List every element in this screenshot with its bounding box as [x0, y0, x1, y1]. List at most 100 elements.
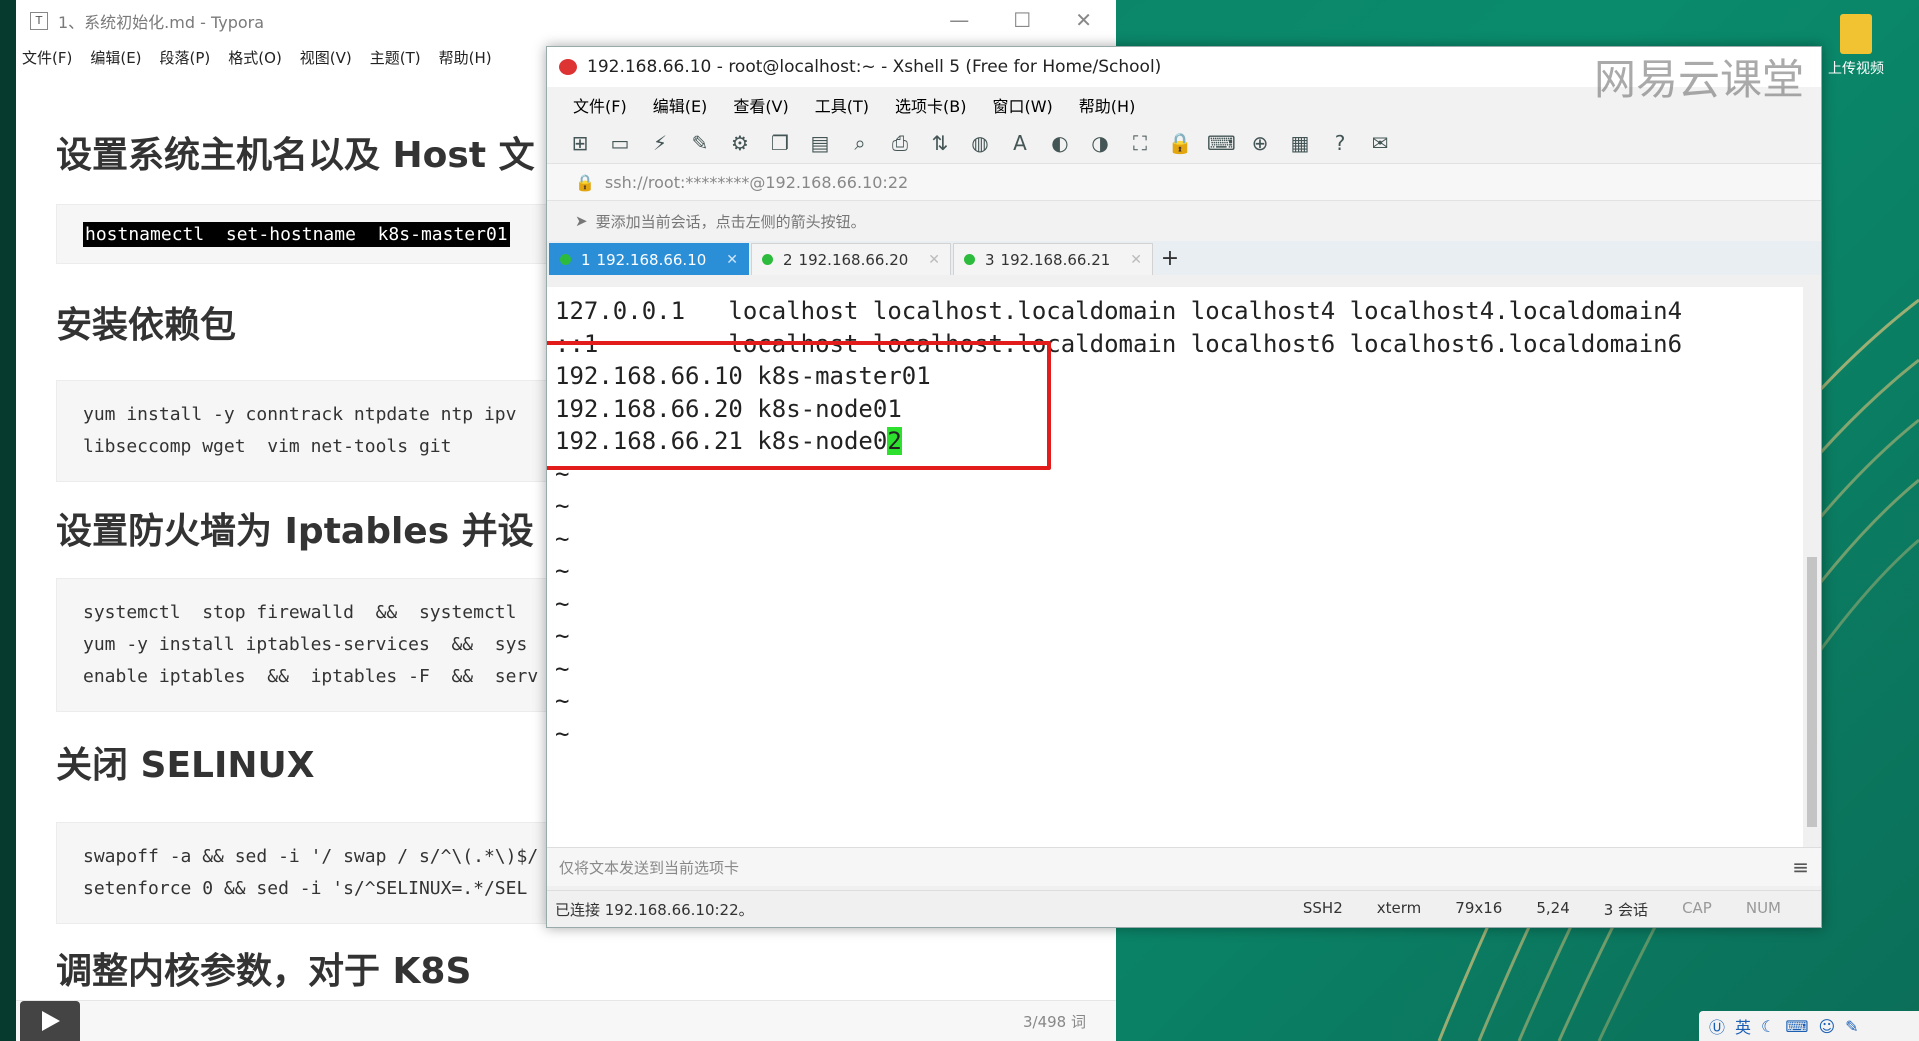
xshell-toolbar: ⊞ ▭ ⚡ ✎ ⚙ ❐ ▤ ⌕ ⎙ ⇅ ◍ A ◐ ◑ ⛶ 🔒 ⌨ ⊕ ▦ ? …: [547, 123, 1821, 163]
tab-session-1[interactable]: 1 192.168.66.10 ✕: [549, 243, 749, 275]
copy-icon[interactable]: ❐: [767, 131, 793, 155]
vim-tilde: ~: [555, 524, 570, 553]
menu-paragraph[interactable]: 段落(P): [160, 47, 211, 68]
num-indicator: NUM: [1745, 898, 1781, 917]
terminal-scrollbar[interactable]: [1803, 287, 1821, 847]
minimize-icon[interactable]: —: [949, 8, 969, 32]
arrow-add-icon[interactable]: ➤: [575, 212, 588, 230]
xs-menu-window[interactable]: 窗口(W): [992, 93, 1052, 117]
layout-icon[interactable]: ▦: [1287, 131, 1313, 155]
typora-titlebar: T 1、系统初始化.md - Typora — ☐ ✕: [16, 0, 1116, 42]
highlight-box: [547, 341, 1051, 470]
play-icon[interactable]: [20, 1001, 80, 1041]
menu-lines-icon[interactable]: ≡: [1792, 855, 1809, 879]
tab-close-icon[interactable]: ✕: [726, 252, 738, 268]
heading-firewall: 设置防火墙为 Iptables 并设: [56, 511, 534, 552]
paste-icon[interactable]: ▤: [807, 131, 833, 155]
lock-small-icon: 🔒: [575, 172, 595, 192]
typora-title: 1、系统初始化.md - Typora: [58, 13, 265, 32]
session-count: 3 会话: [1603, 900, 1649, 919]
protocol-label: SSH2: [1302, 898, 1343, 917]
typora-app-icon: T: [30, 12, 48, 30]
typora-statusbar: 3/498 词: [16, 1000, 1116, 1041]
menu-help[interactable]: 帮助(H): [439, 47, 492, 68]
address-bar[interactable]: 🔒 ssh://root:********@192.168.66.10:22: [547, 163, 1821, 201]
user-icon[interactable]: ☺: [1818, 1017, 1835, 1036]
code-line: swapoff -a && sed -i '/ swap / s/^\(.*\)…: [83, 846, 539, 867]
xs-menu-help[interactable]: 帮助(H): [1079, 93, 1136, 117]
session-tabs: 1 192.168.66.10 ✕ 2 192.168.66.20 ✕ 3 19…: [547, 241, 1821, 275]
session-hint-bar: ➤ 要添加当前会话，点击左侧的箭头按钮。: [547, 201, 1821, 241]
menu-view[interactable]: 视图(V): [300, 47, 352, 68]
font-icon[interactable]: A: [1007, 131, 1033, 155]
xftp-icon[interactable]: ◐: [1047, 131, 1073, 155]
terminal-output[interactable]: 127.0.0.1 localhost localhost.localdomai…: [547, 287, 1803, 847]
vim-tilde: ~: [555, 719, 570, 748]
connect-icon[interactable]: ⚡: [647, 131, 673, 155]
keyboard-icon[interactable]: ⌨: [1207, 131, 1236, 155]
vim-tilde: ~: [555, 589, 570, 618]
code-line: setenforce 0 && sed -i 's/^SELINUX=.*/SE…: [83, 878, 528, 899]
xshell-statusbar: 已连接 192.168.66.10:22。 SSH2 xterm 79x16 5…: [547, 890, 1821, 927]
system-tray: Ⓤ 英 ☾ ⌨ ☺ ✎: [1699, 1011, 1919, 1041]
code-line: libseccomp wget vim net-tools git: [83, 436, 452, 457]
code-line: systemctl stop firewalld && systemctl: [83, 602, 517, 623]
tab-label: 192.168.66.21: [1000, 250, 1111, 269]
tab-label: 192.168.66.20: [798, 250, 909, 269]
left-edge-strip: [0, 0, 16, 1041]
print-icon[interactable]: ⎙: [887, 131, 913, 155]
new-session-icon[interactable]: ⊞: [567, 131, 593, 155]
add-icon[interactable]: ⊕: [1247, 131, 1273, 155]
find-icon[interactable]: ⌕: [847, 131, 873, 155]
address-text: ssh://root:********@192.168.66.10:22: [604, 172, 909, 192]
word-count[interactable]: 3/498 词: [1023, 1011, 1086, 1032]
open-folder-icon[interactable]: ▭: [607, 131, 633, 155]
menu-file[interactable]: 文件(F): [22, 47, 72, 68]
connection-status: 已连接 192.168.66.10:22。: [555, 900, 754, 919]
tab-close-icon[interactable]: ✕: [1130, 252, 1142, 268]
tab-number: 2: [783, 250, 793, 269]
lock-icon[interactable]: 🔒: [1167, 131, 1193, 155]
xs-menu-tools[interactable]: 工具(T): [815, 93, 869, 117]
cursor-position: 5,24: [1536, 898, 1570, 917]
ime-icon[interactable]: Ⓤ: [1709, 1014, 1725, 1038]
code-hostname-text: hostnamectl set-hostname k8s-master01: [83, 222, 510, 247]
watermark-logo: 网易云课堂: [1594, 55, 1805, 104]
xs-menu-edit[interactable]: 编辑(E): [653, 93, 708, 117]
xs-menu-tabs[interactable]: 选项卡(B): [895, 93, 966, 117]
transfer-icon[interactable]: ⇅: [927, 131, 953, 155]
heading-kernel: 调整内核参数，对于 K8S: [56, 951, 472, 992]
desktop-upload-video-icon[interactable]: 上传视频: [1821, 14, 1891, 78]
tab-close-icon[interactable]: ✕: [928, 252, 940, 268]
heading-hostname: 设置系统主机名以及 Host 文: [56, 135, 535, 176]
ime-language[interactable]: 英: [1735, 1014, 1751, 1038]
menu-format[interactable]: 格式(O): [228, 47, 282, 68]
tab-session-3[interactable]: 3 192.168.66.21 ✕: [953, 243, 1153, 275]
disconnect-icon[interactable]: ✎: [687, 131, 713, 155]
tab-session-2[interactable]: 2 192.168.66.20 ✕: [751, 243, 951, 275]
tab-number: 1: [581, 250, 591, 269]
send-text-bar[interactable]: 仅将文本发送到当前选项卡 ≡: [547, 847, 1821, 886]
properties-icon[interactable]: ⚙: [727, 131, 753, 155]
menu-theme[interactable]: 主题(T): [370, 47, 421, 68]
vim-tilde: ~: [555, 557, 570, 585]
terminal-line: 127.0.0.1 localhost localhost.localdomai…: [555, 297, 1683, 325]
vim-tilde: ~: [555, 622, 570, 650]
fullscreen-icon[interactable]: ⛶: [1127, 131, 1153, 155]
wrench-icon[interactable]: ✎: [1845, 1017, 1858, 1036]
vim-tilde: ~: [555, 492, 570, 520]
xs-menu-view[interactable]: 查看(V): [733, 93, 788, 117]
xs-menu-file[interactable]: 文件(F): [573, 93, 627, 117]
help-icon[interactable]: ?: [1327, 131, 1353, 155]
keyboard-tray-icon[interactable]: ⌨: [1785, 1017, 1808, 1036]
chat-icon[interactable]: ✉: [1367, 131, 1393, 155]
close-icon[interactable]: ✕: [1075, 8, 1092, 32]
xshell-logo-icon: [559, 59, 577, 75]
menu-edit[interactable]: 编辑(E): [90, 47, 141, 68]
xshell-icon[interactable]: ◑: [1087, 131, 1113, 155]
maximize-icon[interactable]: ☐: [1013, 8, 1031, 32]
globe-icon[interactable]: ◍: [967, 131, 993, 155]
scrollbar-thumb[interactable]: [1807, 557, 1817, 827]
moon-icon[interactable]: ☾: [1761, 1017, 1775, 1036]
new-tab-plus-icon[interactable]: +: [1155, 245, 1185, 275]
